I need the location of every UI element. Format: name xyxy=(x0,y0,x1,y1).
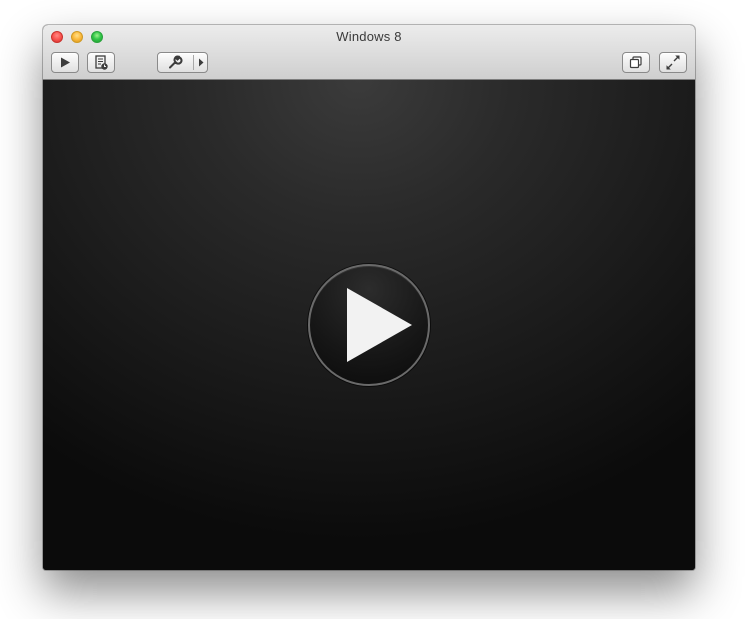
window-title: Windows 8 xyxy=(336,29,402,44)
title-bar[interactable]: Windows 8 xyxy=(43,25,695,80)
start-vm-overlay-button[interactable] xyxy=(308,264,430,386)
fullscreen-arrows-icon xyxy=(666,55,680,70)
fullscreen-button[interactable] xyxy=(659,52,687,73)
settings-divider xyxy=(193,55,194,70)
large-play-icon xyxy=(347,288,412,362)
chevron-right-icon[interactable] xyxy=(195,53,209,72)
unity-windows-icon xyxy=(629,56,642,69)
settings-button[interactable] xyxy=(157,52,208,73)
wrench-icon xyxy=(169,55,183,69)
start-vm-button[interactable] xyxy=(51,52,79,73)
unity-button[interactable] xyxy=(622,52,650,73)
snapshot-icon xyxy=(95,55,108,70)
snapshots-button[interactable] xyxy=(87,52,115,73)
play-icon xyxy=(61,57,70,68)
vm-window: Windows 8 xyxy=(43,25,695,570)
vm-display[interactable] xyxy=(43,80,695,570)
